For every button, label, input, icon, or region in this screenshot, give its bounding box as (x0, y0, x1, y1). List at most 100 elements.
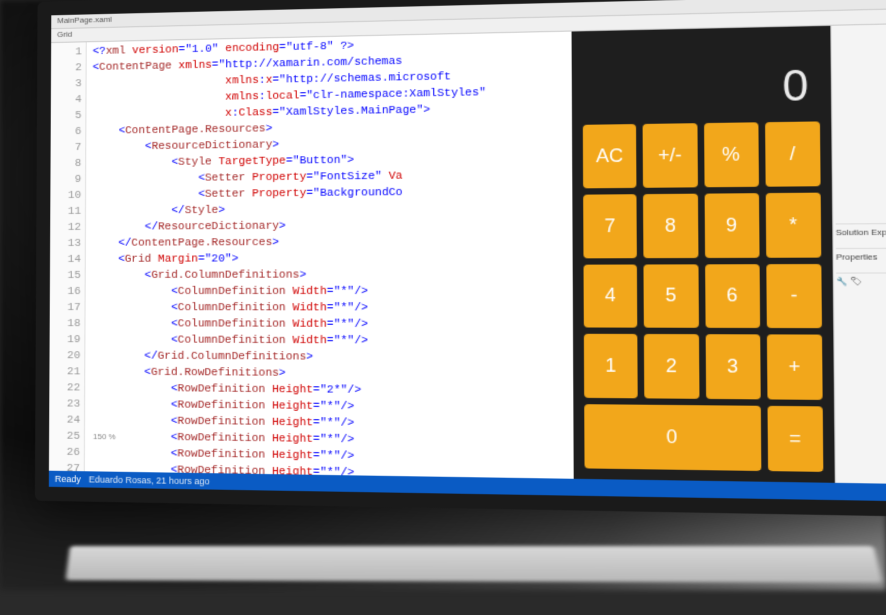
status-ready: Ready (55, 474, 81, 485)
calc-1[interactable]: 1 (584, 334, 638, 398)
line-number: 9 (54, 172, 81, 188)
line-number: 3 (55, 76, 82, 92)
tray-wifi-icon[interactable]: ⋮ (815, 509, 826, 517)
start-button[interactable] (55, 490, 79, 513)
taskbar-app-visualstudio[interactable]: ⟐ (139, 491, 163, 514)
tray-cloud-icon[interactable]: ☁ (764, 508, 775, 517)
solution-explorer-tab[interactable]: Solution Explo (836, 223, 886, 237)
calc-7[interactable]: 7 (583, 194, 637, 258)
calc-0[interactable]: 0 (584, 404, 761, 471)
search-icon: 🔍 (87, 495, 102, 509)
tray-net-down: ↓3 (743, 508, 755, 517)
line-number: 8 (54, 156, 81, 172)
calc-multiply[interactable]: * (765, 192, 821, 257)
line-number: 15 (54, 268, 81, 284)
calc-clear[interactable]: AC (583, 124, 637, 188)
tray-chevron-up-icon[interactable]: ˄ (707, 507, 714, 517)
calc-minus[interactable]: - (766, 264, 822, 329)
tray-battery-icon[interactable]: ▮ (800, 509, 806, 517)
line-number: 16 (54, 284, 81, 300)
line-number: 7 (55, 140, 82, 156)
code-editor[interactable]: <?xml version="1.0" encoding="utf-8" ?><… (85, 32, 574, 479)
line-number: 11 (54, 204, 81, 220)
taskbar-app-chrome[interactable]: 🟢 (196, 492, 221, 515)
editor-tab[interactable]: Grid (57, 30, 72, 41)
task-view-button[interactable]: ⊞ (111, 491, 135, 514)
line-number: 21 (53, 364, 80, 380)
calc-equals[interactable]: = (767, 406, 823, 472)
folder-icon: 📁 (172, 496, 187, 511)
code-line[interactable]: <Grid.ColumnDefinitions> (92, 267, 567, 284)
chrome-icon: 🟢 (200, 497, 215, 512)
code-line[interactable]: <ColumnDefinition Width="*"/> (92, 283, 567, 300)
calc-divide[interactable]: / (765, 121, 821, 186)
line-number: 29 (53, 493, 80, 510)
line-number: 19 (54, 332, 81, 348)
taskbar-app-explorer[interactable]: 📁 (167, 492, 191, 515)
calc-percent[interactable]: % (704, 122, 759, 187)
tray-volume-icon[interactable]: 🔊 (836, 509, 850, 516)
line-number: 30 (53, 509, 80, 517)
calc-5[interactable]: 5 (644, 264, 699, 328)
line-number: 10 (54, 188, 81, 204)
line-number: 4 (55, 92, 82, 108)
line-number: 5 (55, 108, 82, 124)
line-number: 2 (55, 60, 82, 76)
code-line[interactable]: </ContentPage.Resources> (92, 233, 566, 251)
status-zoom: 150 % (93, 432, 116, 441)
line-number: 23 (53, 396, 80, 412)
calc-6[interactable]: 6 (705, 264, 760, 329)
window-title: MainPage.xaml (57, 15, 112, 25)
wrench-icon: 🔧 (836, 277, 847, 287)
calc-4[interactable]: 4 (584, 264, 638, 328)
line-number: 22 (53, 380, 80, 396)
line-number: 17 (54, 300, 81, 316)
code-line[interactable]: <ColumnDefinition Width="*"/> (91, 316, 566, 334)
edge-icon: e (233, 497, 240, 511)
line-number: 18 (54, 316, 81, 332)
code-line[interactable]: <ColumnDefinition Width="*"/> (91, 300, 566, 317)
taskbar-app-store[interactable]: 🛍 (253, 493, 278, 516)
calc-8[interactable]: 8 (643, 193, 698, 257)
tool-window-tabs: Solution Explo Properties 🔧 🏷 (830, 24, 886, 484)
visual-studio-window: MainPage.xaml Grid 123456789101112131415… (49, 0, 886, 501)
laptop-keyboard (66, 546, 883, 583)
line-number: 12 (54, 220, 81, 236)
calc-button-grid: AC+/-%/ 789* 456- 123+0= (583, 121, 824, 471)
search-button[interactable]: 🔍 (83, 490, 107, 513)
properties-tab[interactable]: Properties (836, 248, 886, 262)
calc-9[interactable]: 9 (704, 193, 759, 258)
xbox-icon: ◎ (289, 498, 300, 513)
laptop-screen: MainPage.xaml Grid 123456789101112131415… (34, 0, 886, 615)
calc-display: 0 (582, 37, 820, 125)
line-number: 6 (55, 124, 82, 140)
line-number-gutter: 1234567891011121314151617181920212223242… (49, 42, 87, 471)
calc-3[interactable]: 3 (705, 335, 760, 400)
line-number: 25 (53, 428, 80, 444)
toolbox-icons[interactable]: 🔧 🏷 (836, 272, 886, 286)
line-number: 24 (53, 412, 80, 428)
task-view-icon: ⊞ (118, 495, 128, 509)
xaml-preview-pane: 0 AC+/-%/789*456-123+0= (572, 26, 835, 483)
calc-plus[interactable]: + (767, 335, 823, 400)
store-icon: 🛍 (258, 498, 274, 513)
tag-icon: 🏷 (850, 277, 862, 287)
line-number: 13 (54, 236, 81, 252)
screen: MainPage.xaml Grid 123456789101112131415… (35, 0, 886, 517)
calc-2[interactable]: 2 (644, 334, 699, 399)
taskbar-app-edge[interactable]: e (224, 493, 249, 516)
line-number: 1 (55, 44, 82, 60)
code-line[interactable]: <Grid Margin="20"> (92, 250, 566, 268)
tray-bluetooth-icon[interactable]: ᛒ (784, 508, 791, 516)
line-number: 20 (53, 348, 80, 364)
editor-main: 1234567891011121314151617181920212223242… (49, 24, 886, 484)
vs-icon: ⟐ (146, 494, 156, 509)
taskbar-app-xbox[interactable]: ◎ (282, 494, 307, 517)
windows-logo-icon (60, 494, 74, 508)
calc-negate[interactable]: +/- (643, 123, 698, 187)
tray-keyboard-icon[interactable]: ⌨ (859, 510, 876, 517)
line-number: 14 (54, 252, 81, 268)
tray-net-up: ↑0 (723, 507, 735, 516)
system-tray[interactable]: ˄ ↑0 ↓3 ☁ ᛒ ▮ ⋮ 🔊 ⌨ 💬 (707, 507, 886, 517)
line-number: 26 (53, 445, 80, 462)
